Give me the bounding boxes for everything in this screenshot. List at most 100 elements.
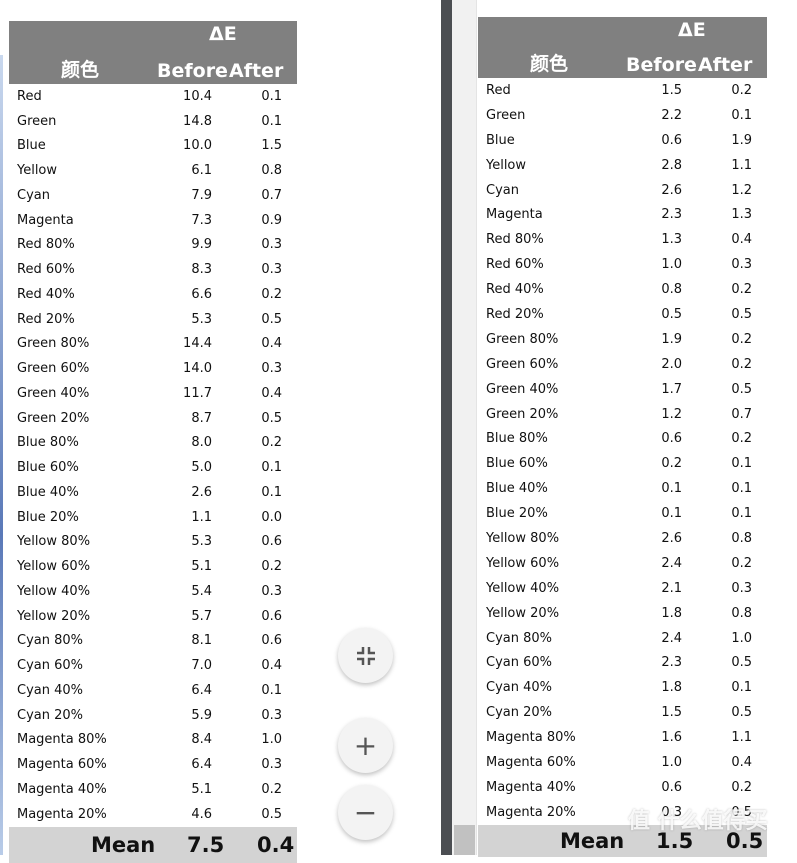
scrollbar-track[interactable] (452, 0, 477, 855)
before-value: 8.7 (191, 410, 212, 426)
after-value: 0.2 (731, 331, 752, 347)
before-value: 9.9 (191, 237, 212, 253)
color-name: Blue 80% (17, 435, 79, 451)
after-value: 0.5 (261, 806, 282, 822)
table-row: Yellow 60% 2.4 0.2 (478, 551, 767, 576)
before-value: 2.4 (661, 555, 682, 571)
color-name: Red 60% (17, 262, 75, 278)
mean-label: Mean (560, 828, 625, 853)
table-row: Yellow 6.1 0.8 (9, 158, 297, 183)
table-row: Magenta 80% 8.4 1.0 (9, 728, 297, 753)
before-value: 1.7 (661, 381, 682, 397)
mean-label: Mean (91, 832, 156, 857)
color-name: Magenta 40% (486, 779, 576, 795)
after-value: 0.2 (261, 781, 282, 797)
before-value: 0.5 (661, 306, 682, 322)
before-value: 5.7 (191, 608, 212, 624)
color-name: Yellow 20% (486, 605, 560, 621)
left-delta-e-table: ΔE 颜色 Before After Red 10.4 0.1 Green 14… (9, 21, 297, 863)
before-value: 1.6 (661, 730, 682, 746)
color-name: Magenta 20% (17, 806, 107, 822)
delta-e-heading: ΔE (209, 23, 237, 45)
table-row: Red 20% 0.5 0.5 (478, 302, 767, 327)
color-name: Cyan 80% (17, 633, 84, 649)
fit-to-screen-button[interactable] (338, 628, 393, 683)
color-name: Green 80% (17, 336, 90, 352)
before-value: 11.7 (183, 385, 212, 401)
after-value: 0.3 (261, 707, 282, 723)
table-row: Blue 10.0 1.5 (9, 134, 297, 159)
color-name: Red 80% (17, 237, 75, 253)
after-value: 0.4 (261, 336, 282, 352)
before-value: 1.1 (191, 509, 212, 525)
table-header: ΔE 颜色 Before After (478, 17, 767, 78)
color-name: Red 80% (486, 232, 544, 248)
color-name: Magenta 40% (17, 781, 107, 797)
color-name: Cyan 40% (486, 680, 553, 696)
after-value: 1.3 (731, 207, 752, 223)
after-value: 0.3 (261, 262, 282, 278)
zoom-in-button[interactable]: + (338, 718, 393, 773)
before-value: 7.3 (191, 212, 212, 228)
table-row: Magenta 2.3 1.3 (478, 202, 767, 227)
color-column-header: 颜色 (530, 53, 569, 75)
before-value: 0.1 (661, 506, 682, 522)
table-row: Red 40% 0.8 0.2 (478, 277, 767, 302)
after-value: 0.5 (261, 311, 282, 327)
color-name: Red 20% (17, 311, 75, 327)
after-value: 0.4 (261, 658, 282, 674)
table-row: Green 80% 1.9 0.2 (478, 327, 767, 352)
color-name: Green 20% (486, 406, 559, 422)
exit-fullscreen-icon (356, 646, 375, 665)
color-name: Blue 20% (17, 509, 79, 525)
color-name: Cyan 20% (486, 705, 553, 721)
table-row: Cyan 80% 2.4 1.0 (478, 626, 767, 651)
after-value: 0.1 (731, 107, 752, 123)
color-name: Green (486, 107, 526, 123)
table-row: Cyan 20% 5.9 0.3 (9, 703, 297, 728)
table-header: ΔE 颜色 Before After (9, 21, 297, 84)
split-divider[interactable] (441, 0, 452, 855)
before-value: 2.3 (661, 207, 682, 223)
color-name: Cyan (17, 187, 50, 203)
before-value: 5.4 (191, 583, 212, 599)
after-value: 0.2 (261, 286, 282, 302)
before-value: 8.0 (191, 435, 212, 451)
table-row: Yellow 2.8 1.1 (478, 153, 767, 178)
scrollbar-thumb[interactable] (454, 825, 475, 855)
zoom-out-button[interactable]: − (338, 785, 393, 840)
after-value: 1.0 (731, 630, 752, 646)
table-row: Blue 60% 5.0 0.1 (9, 455, 297, 480)
before-value: 7.0 (191, 658, 212, 674)
after-value: 0.1 (261, 682, 282, 698)
after-value: 0.8 (261, 163, 282, 179)
table-row: Magenta 40% 0.6 0.2 (478, 775, 767, 800)
color-name: Yellow 80% (486, 530, 560, 546)
color-name: Cyan 20% (17, 707, 84, 723)
table-row: Cyan 60% 7.0 0.4 (9, 653, 297, 678)
table-row: Magenta 80% 1.6 1.1 (478, 725, 767, 750)
color-name: Green 40% (486, 381, 559, 397)
before-value: 5.0 (191, 460, 212, 476)
table-row: Magenta 40% 5.1 0.2 (9, 777, 297, 802)
after-value: 0.2 (261, 559, 282, 575)
table-row: Cyan 60% 2.3 0.5 (478, 650, 767, 675)
delta-e-heading: ΔE (678, 19, 706, 41)
after-value: 0.5 (731, 705, 752, 721)
after-value: 0.2 (731, 431, 752, 447)
after-value: 0.2 (731, 356, 752, 372)
before-value: 6.1 (191, 163, 212, 179)
color-name: Yellow 80% (17, 534, 91, 550)
color-name: Red 60% (486, 257, 544, 273)
before-value: 10.4 (183, 88, 212, 104)
before-value: 2.3 (661, 655, 682, 671)
table-row: Red 80% 1.3 0.4 (478, 227, 767, 252)
table-row: Blue 40% 2.6 0.1 (9, 480, 297, 505)
table-row: Green 40% 1.7 0.5 (478, 377, 767, 402)
mean-row: Mean 7.5 0.4 (9, 826, 297, 863)
color-name: Magenta 60% (486, 754, 576, 770)
minus-icon: − (353, 796, 378, 829)
color-name: Magenta 80% (486, 730, 576, 746)
before-value: 0.2 (661, 456, 682, 472)
before-value: 2.1 (661, 580, 682, 596)
